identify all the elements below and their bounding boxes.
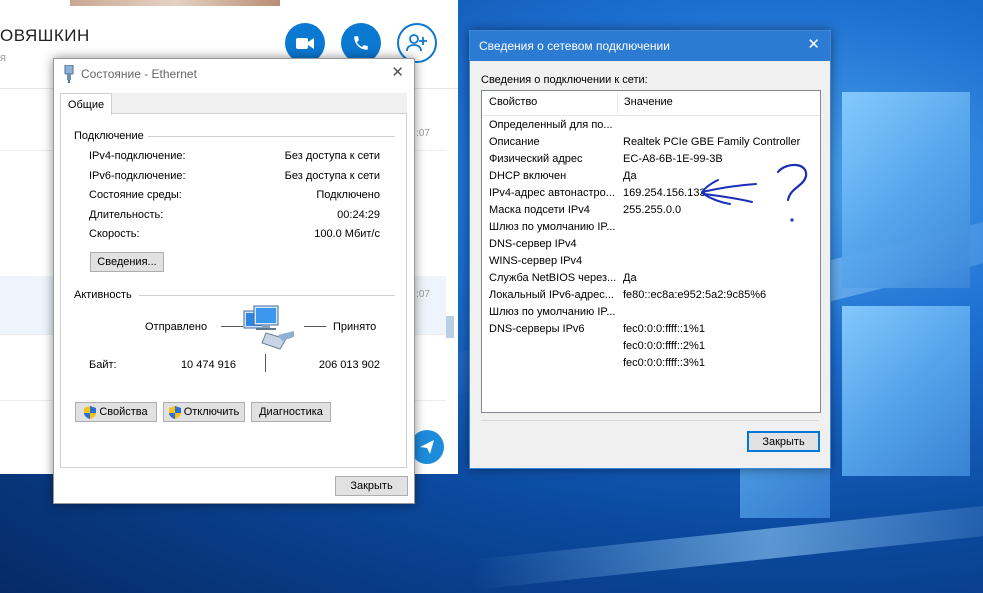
window-logo-pane: [842, 92, 970, 288]
diagnose-button[interactable]: Диагностика: [251, 402, 331, 422]
network-computers-icon: [243, 305, 294, 350]
bytes-label: Байт:: [89, 359, 117, 371]
property-cell[interactable]: Шлюз по умолчанию IP...: [489, 221, 617, 233]
contact-photo-strip: [70, 0, 280, 6]
close-button[interactable]: Закрыть: [335, 476, 408, 496]
column-value[interactable]: Значение: [624, 96, 673, 108]
tab-panel-general: Подключение IPv4-подключение: Без доступ…: [60, 113, 407, 468]
handwritten-arrow-question-annotation: [700, 163, 808, 222]
video-camera-icon: [296, 37, 314, 49]
property-cell[interactable]: DNS-сервер IPv4: [489, 238, 617, 250]
network-details-dialog: Сведения о сетевом подключении ✕ Сведени…: [469, 30, 831, 469]
dialog-divider: [481, 420, 819, 421]
speed-label: Скорость:: [89, 228, 140, 240]
details-title: Сведения о сетевом подключении: [479, 39, 670, 53]
ethernet-status-dialog: Состояние - Ethernet ✕ Общие Подключение…: [53, 58, 415, 504]
property-cell[interactable]: Служба NetBIOS через...: [489, 272, 617, 284]
group-divider: [139, 295, 395, 296]
value-cell[interactable]: Да: [623, 272, 818, 284]
ipv6-connection-value: Без доступа к сети: [284, 170, 380, 182]
scrollbar-thumb[interactable]: [446, 316, 454, 338]
received-label: Принято: [333, 321, 377, 333]
disable-button[interactable]: Отключить: [163, 402, 245, 422]
value-cell[interactable]: fe80::ec8a:e952:5a2:9c85%6: [623, 289, 818, 301]
property-cell[interactable]: Шлюз по умолчанию IP...: [489, 306, 617, 318]
group-divider: [147, 136, 395, 137]
received-line: [304, 326, 326, 327]
ethernet-title: Состояние - Ethernet: [81, 67, 197, 81]
value-cell[interactable]: fec0:0:0:ffff::1%1: [623, 323, 818, 335]
bytes-received-value: 206 013 902: [318, 359, 380, 371]
property-cell[interactable]: IPv4-адрес автонастро...: [489, 187, 617, 199]
window-logo-pane: [842, 306, 970, 476]
details-titlebar[interactable]: Сведения о сетевом подключении ✕: [470, 31, 830, 61]
add-contact-button[interactable]: [397, 23, 437, 63]
speed-value: 100.0 Мбит/с: [314, 228, 380, 240]
property-cell[interactable]: Определенный для по...: [489, 119, 617, 131]
uac-shield-icon: [84, 405, 97, 419]
value-cell[interactable]: fec0:0:0:ffff::2%1: [623, 340, 818, 352]
add-person-icon: [406, 34, 427, 52]
list-header: Свойство Значение: [482, 91, 820, 116]
value-cell[interactable]: Realtek PCIe GBE Family Controller: [623, 136, 818, 148]
ipv6-connection-label: IPv6-подключение:: [89, 170, 186, 182]
contact-status: я: [0, 52, 6, 64]
property-cell[interactable]: DHCP включен: [489, 170, 617, 182]
property-cell[interactable]: Маска подсети IPv4: [489, 204, 617, 216]
details-button[interactable]: Сведения...: [90, 252, 164, 272]
media-state-label: Состояние среды:: [89, 189, 182, 201]
value-cell[interactable]: fec0:0:0:ffff::3%1: [623, 357, 818, 369]
send-button[interactable]: [410, 430, 444, 464]
bytes-separator: [265, 354, 266, 372]
connection-group-title: Подключение: [74, 130, 148, 142]
property-cell[interactable]: Локальный IPv6-адрес...: [489, 289, 617, 301]
uac-shield-icon: [168, 405, 181, 419]
message-time: :07: [416, 128, 430, 139]
property-cell[interactable]: Физический адрес: [489, 153, 617, 165]
ipv4-connection-value: Без доступа к сети: [284, 150, 380, 162]
column-property[interactable]: Свойство: [489, 96, 537, 108]
properties-button-label: Свойства: [99, 406, 148, 418]
details-list[interactable]: Свойство Значение Определенный для по...…: [481, 90, 821, 413]
sent-label: Отправлено: [145, 321, 208, 333]
audio-call-button[interactable]: [341, 23, 381, 63]
ethernet-titlebar[interactable]: Состояние - Ethernet ✕: [54, 59, 414, 89]
light-beam: [470, 497, 983, 590]
column-separator[interactable]: [617, 93, 618, 113]
media-state-value: Подключено: [316, 189, 380, 201]
properties-button[interactable]: Свойства: [75, 402, 157, 422]
close-button[interactable]: Закрыть: [747, 431, 820, 452]
disable-button-label: Отключить: [183, 406, 240, 418]
video-call-button[interactable]: [285, 23, 325, 63]
duration-label: Длительность:: [89, 209, 164, 221]
phone-icon: [354, 36, 368, 50]
details-caption: Сведения о подключении к сети:: [481, 74, 648, 86]
tab-general[interactable]: Общие: [60, 93, 112, 115]
duration-value: 00:24:29: [337, 209, 380, 221]
send-icon: [420, 440, 434, 454]
activity-group-title: Активность: [74, 289, 136, 301]
close-icon[interactable]: ✕: [807, 37, 820, 53]
bytes-sent-value: 10 474 916: [180, 359, 236, 371]
contact-name: ОВЯШКИН: [0, 26, 90, 45]
close-icon[interactable]: ✕: [391, 65, 404, 81]
property-cell[interactable]: WINS-сервер IPv4: [489, 255, 617, 267]
message-time: :07: [416, 289, 430, 300]
property-cell[interactable]: Описание: [489, 136, 617, 148]
ethernet-cable-icon: [64, 65, 74, 83]
sent-line: [221, 326, 243, 327]
ipv4-connection-label: IPv4-подключение:: [89, 150, 186, 162]
property-cell[interactable]: DNS-серверы IPv6: [489, 323, 617, 335]
